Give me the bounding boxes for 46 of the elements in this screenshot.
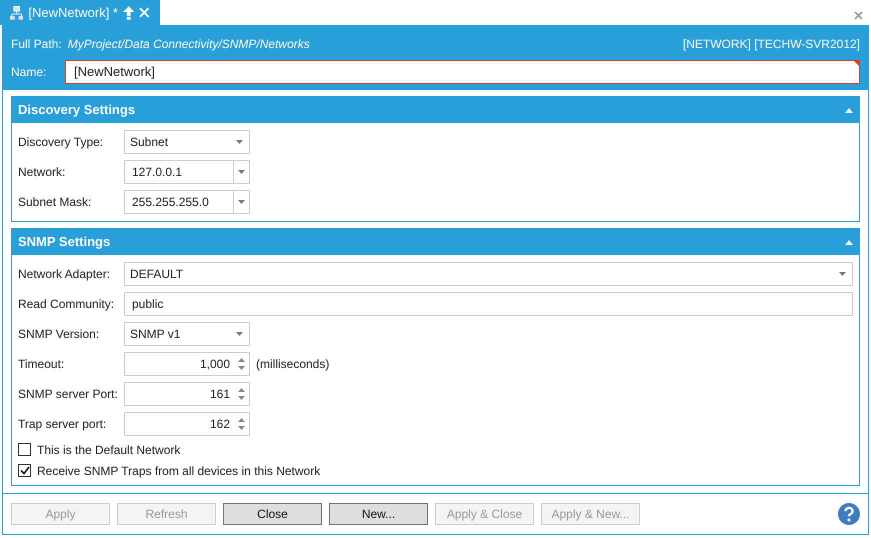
combo-box[interactable]: 255.255.255.0 [124, 190, 250, 214]
spin-arrows-icon[interactable] [238, 418, 245, 430]
combo-box[interactable]: 127.0.0.1 [124, 160, 250, 184]
dialog-button[interactable]: New... [329, 503, 428, 525]
number-spinner[interactable]: 161 [124, 382, 250, 406]
dialog-button[interactable]: Close [223, 503, 322, 525]
checkbox[interactable] [18, 443, 31, 456]
checkbox[interactable] [18, 464, 31, 477]
dropdown-arrow-icon [238, 170, 245, 174]
collapse-icon[interactable] [845, 108, 853, 112]
number-spinner[interactable]: 1,000 [124, 352, 250, 376]
spin-arrows-icon[interactable] [238, 388, 245, 400]
field-label: Network Adapter: [18, 266, 112, 283]
field-label: Network: [18, 164, 66, 181]
field-label: SNMP Version: [18, 326, 100, 343]
help-icon[interactable] [838, 503, 860, 525]
check-icon [20, 466, 30, 475]
field-label: SNMP server Port: [18, 386, 119, 403]
number-spinner[interactable]: 162 [124, 412, 250, 436]
checkbox-label: Receive SNMP Traps from all devices in this Network [37, 462, 320, 480]
dropdown-arrow-icon [238, 200, 245, 204]
field-label: Subnet Mask: [18, 194, 92, 211]
spin-arrows-icon[interactable] [238, 358, 245, 370]
path-value: MyProject/Data Connectivity/SNMP/Networks [68, 36, 310, 53]
name-field[interactable]: [NewNetwork] [65, 60, 860, 84]
field-label: Read Community: [18, 296, 116, 313]
field-label: Discovery Type: [18, 134, 104, 151]
unit-label: (milliseconds) [256, 356, 330, 373]
dropdown[interactable]: DEFAULT [124, 262, 853, 286]
collapse-icon[interactable] [845, 240, 853, 244]
close-icon[interactable] [854, 11, 863, 20]
dropdown-arrow-icon [236, 140, 243, 144]
tab-title: [NewNetwork] * [28, 4, 118, 22]
path-label: Full Path: [11, 36, 62, 53]
name-label: Name: [11, 64, 48, 81]
dropdown[interactable]: Subnet [124, 130, 250, 154]
checkbox-label: This is the Default Network [37, 442, 180, 458]
object-label: [NETWORK] [TECHW-SVR2012] [682, 36, 860, 53]
network-icon [10, 6, 24, 20]
field-label: Trap server port: [18, 416, 108, 433]
dropdown-arrow-icon [839, 272, 846, 276]
input-field[interactable]: public [124, 292, 853, 316]
error-marker-icon [854, 61, 859, 66]
dropdown[interactable]: SNMP v1 [124, 322, 250, 346]
field-label: Timeout: [18, 356, 66, 373]
dropdown-arrow-icon [236, 332, 243, 336]
